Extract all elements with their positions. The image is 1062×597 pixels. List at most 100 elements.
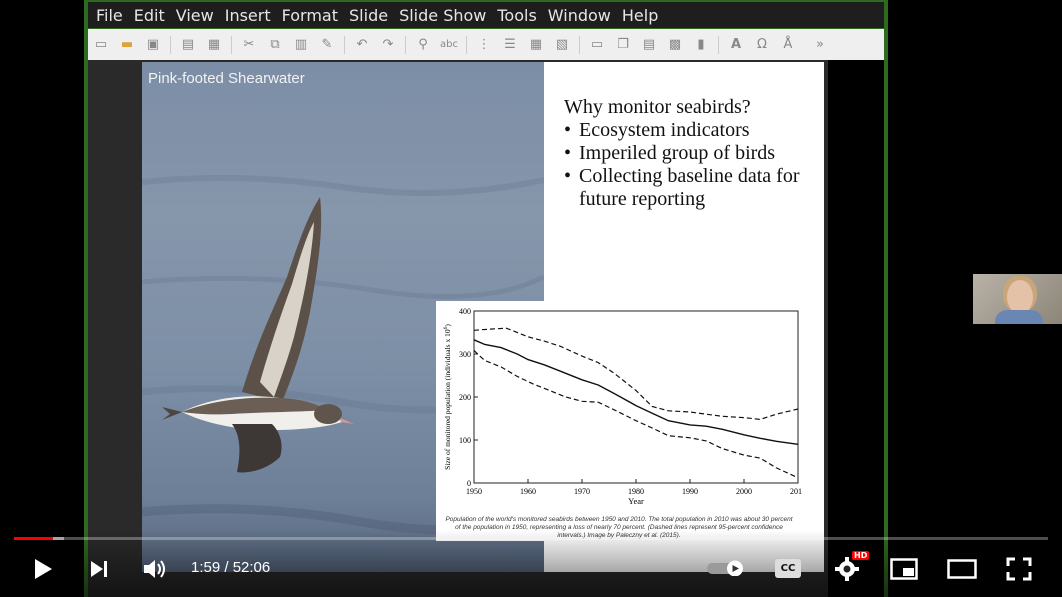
population-chart-figure[interactable]: 1950 1960 1970 1980 1990 2000 2010 0 100 200 300 40… (436, 301, 806, 541)
clone-icon[interactable]: ✎ (318, 37, 336, 53)
print-icon[interactable]: ▦ (205, 37, 223, 53)
cut-icon[interactable]: ✂ (240, 37, 258, 53)
grid-icon[interactable]: ⋮ (475, 37, 493, 53)
toolbar-divider (231, 35, 232, 54)
fontwork-icon[interactable]: Å (779, 37, 797, 53)
copy-icon[interactable]: ⧉ (266, 37, 284, 53)
slide-icon[interactable]: ▭ (588, 37, 606, 53)
menu-window[interactable]: Window (548, 6, 611, 25)
mute-button[interactable] (141, 554, 169, 584)
presenter-face (1007, 280, 1033, 314)
menu-format[interactable]: Format (282, 6, 338, 25)
toolbar-divider (466, 35, 467, 54)
toolbar-overflow-button[interactable]: » (811, 37, 829, 53)
redo-icon[interactable]: ↷ (379, 37, 397, 53)
bullet-icon: • (564, 165, 572, 187)
y-tick-label: 200 (459, 393, 471, 402)
layout-icon[interactable]: ▤ (640, 37, 658, 53)
x-tick-label: 1960 (520, 487, 536, 496)
bullet-text: Ecosystem indicators (579, 119, 750, 141)
open-icon[interactable]: ▬ (118, 37, 136, 53)
menu-file[interactable]: File (96, 6, 123, 25)
menu-slide-show[interactable]: Slide Show (399, 6, 486, 25)
menu-help[interactable]: Help (622, 6, 658, 25)
y-tick-label: 300 (459, 350, 471, 359)
undo-icon[interactable]: ↶ (353, 37, 371, 53)
toolbar-divider (170, 35, 171, 54)
paste-icon[interactable]: ▥ (292, 37, 310, 53)
population-line (473, 339, 799, 445)
y-tick-label: 400 (459, 307, 471, 316)
progress-bar[interactable] (14, 537, 1048, 540)
bullet-item: • Ecosystem indicators (564, 119, 814, 142)
y-tick-label: 0 (467, 479, 471, 488)
theater-icon (947, 559, 977, 579)
bullet-text: Collecting baseline data for future repo… (579, 165, 800, 210)
bullet-item: • Imperiled group of birds (564, 142, 814, 165)
slide-canvas: Pink-footed Shearwater Why monitor seabi… (88, 60, 884, 597)
time-display: 1:59 / 52:06 (191, 559, 271, 576)
autoplay-toggle[interactable] (707, 560, 747, 577)
image-icon[interactable]: ▧ (553, 37, 571, 53)
menu-insert[interactable]: Insert (225, 6, 271, 25)
fullscreen-icon (1006, 557, 1032, 581)
bullet-icon: • (564, 119, 572, 141)
new-icon[interactable]: ▭ (92, 37, 110, 53)
menu-bar: File Edit View Insert Format Slide Slide… (88, 2, 884, 28)
y-tick-label: 100 (459, 436, 471, 445)
spelling-icon[interactable]: abc (440, 37, 458, 53)
save-icon[interactable]: ▣ (144, 37, 162, 53)
next-button[interactable] (86, 554, 112, 584)
toolbar-divider (344, 35, 345, 54)
standard-toolbar: ▭ ▬ ▣ ▤ ▦ ✂ ⧉ ▥ ✎ ↶ ↷ ⚲ abc ⋮ ☰ ▦ ▧ ▭ ❐ … (88, 29, 884, 60)
chart-icon[interactable]: ▮ (692, 37, 710, 53)
menu-slide[interactable]: Slide (349, 6, 388, 25)
volume-icon (144, 560, 165, 578)
miniplayer-icon (890, 558, 918, 580)
x-tick-label: 1980 (628, 487, 644, 496)
toolbar-divider (579, 35, 580, 54)
miniplayer-button[interactable] (889, 554, 919, 584)
table-icon[interactable]: ▦ (527, 37, 545, 53)
toolbar-divider (718, 35, 719, 54)
display-views-icon[interactable]: ☰ (501, 37, 519, 53)
find-replace-icon[interactable]: ⚲ (414, 37, 432, 53)
play-button[interactable] (30, 554, 56, 584)
right-panel (828, 60, 884, 597)
x-axis-label: Year (628, 496, 644, 506)
slide-heading: Why monitor seabirds? (564, 96, 751, 118)
menu-edit[interactable]: Edit (134, 6, 165, 25)
confidence-interval-line (473, 350, 799, 479)
bullet-text: Imperiled group of birds (579, 142, 776, 164)
media-icon[interactable]: ▩ (666, 37, 684, 53)
slide[interactable]: Pink-footed Shearwater Why monitor seabi… (142, 62, 824, 572)
x-tick-label: 1950 (466, 487, 482, 496)
next-icon (91, 561, 107, 577)
bullet-item: • Collecting baseline data for future rep… (564, 165, 814, 211)
x-tick-label: 1990 (682, 487, 698, 496)
special-char-icon[interactable]: Ω (753, 37, 771, 53)
menu-view[interactable]: View (176, 6, 214, 25)
fullscreen-button[interactable] (1004, 554, 1034, 584)
slide-text-box[interactable]: Why monitor seabirds? • Ecosystem indicat… (564, 96, 814, 211)
x-tick-label: 2010 (790, 487, 802, 496)
textbox-icon[interactable]: A (727, 37, 745, 53)
webcam-overlay (973, 274, 1062, 324)
played-bar (14, 537, 54, 540)
toolbar-divider (405, 35, 406, 54)
theater-mode-button[interactable] (946, 554, 978, 584)
x-tick-label: 1970 (574, 487, 590, 496)
plot-frame (473, 310, 799, 484)
export-pdf-icon[interactable]: ▤ (179, 37, 197, 53)
duplicate-icon[interactable]: ❐ (614, 37, 632, 53)
menu-tools[interactable]: Tools (497, 6, 536, 25)
presenter-shirt (995, 310, 1043, 324)
y-axis-label: Size of monitored population (individual… (443, 324, 452, 470)
bullet-icon: • (564, 142, 572, 164)
autoplay-icon (707, 560, 743, 577)
play-icon (35, 559, 52, 579)
subtitles-button[interactable]: CC (775, 559, 801, 578)
x-tick-label: 2000 (736, 487, 752, 496)
population-chart: 1950 1960 1970 1980 1990 2000 2010 0 100 200 300 40… (443, 307, 806, 506)
photo-title: Pink-footed Shearwater (148, 70, 305, 87)
